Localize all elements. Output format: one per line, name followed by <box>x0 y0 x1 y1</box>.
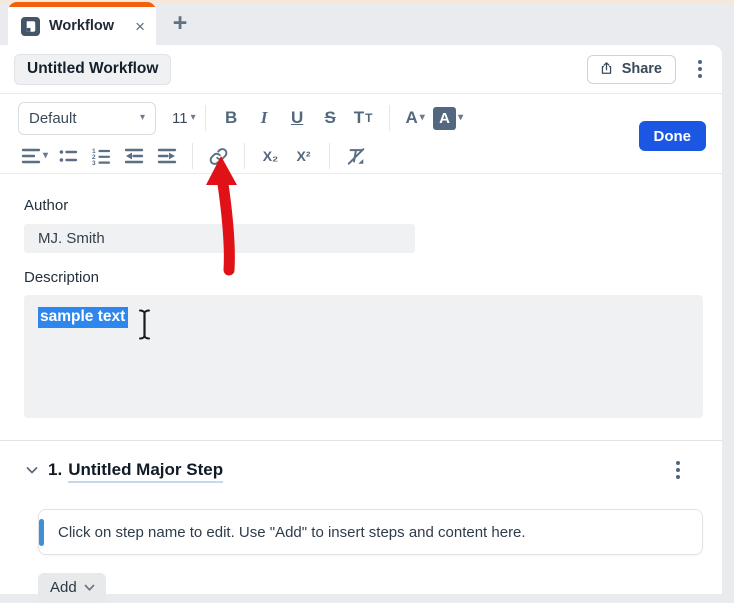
tab-close-icon[interactable]: × <box>134 18 146 35</box>
link-icon <box>209 147 228 165</box>
align-button[interactable]: ▾ <box>18 141 51 171</box>
text-size-icon-small: T <box>365 111 373 125</box>
paragraph-style-value: Default <box>29 109 77 127</box>
section-divider <box>0 440 722 441</box>
step-accent-bar <box>39 519 44 546</box>
add-button[interactable]: Add <box>38 573 106 603</box>
step-name-field[interactable]: Untitled Major Step <box>68 460 224 483</box>
text-color-button[interactable]: A ▾ <box>399 103 432 133</box>
bullet-list-icon <box>59 150 77 162</box>
superscript-icon: X² <box>296 148 311 164</box>
strikethrough-icon: S <box>324 108 336 127</box>
done-button[interactable]: Done <box>638 121 706 151</box>
chevron-down-icon: ▾ <box>139 112 145 123</box>
toolbar-separator <box>388 105 390 131</box>
formatting-toolbar: Default ▾ 11 ▾ B I U S TT A ▾ A ▾ ▾ 1 2 … <box>0 94 722 174</box>
workflow-editor: Untitled Workflow Share Default ▾ 11 ▾ B… <box>0 45 722 603</box>
chevron-down-icon: ▾ <box>419 112 425 123</box>
new-tab-button[interactable]: + <box>166 9 194 37</box>
chevron-down-icon <box>84 584 95 591</box>
toolbar-separator <box>244 143 245 169</box>
author-field[interactable]: MJ. Smith <box>24 224 415 253</box>
chevron-down-icon: ▾ <box>190 112 196 123</box>
font-size-value: 11 <box>172 109 188 127</box>
outdent-icon <box>124 148 143 164</box>
author-label: Author <box>24 197 69 214</box>
italic-button[interactable]: I <box>248 103 281 133</box>
underline-icon: U <box>290 108 304 127</box>
text-size-button[interactable]: TT <box>347 103 380 133</box>
text-color-icon: A <box>405 108 418 127</box>
workflow-overflow-menu-icon[interactable] <box>694 56 706 82</box>
bullet-list-button[interactable] <box>51 141 84 171</box>
numbered-list-icon: 1 2 3 <box>92 148 110 166</box>
chevron-down-icon: ▾ <box>42 150 49 161</box>
tab-bar: Workflow × + <box>0 0 734 45</box>
bold-button[interactable]: B <box>215 103 248 133</box>
paragraph-style-select[interactable]: Default ▾ <box>18 101 156 135</box>
strikethrough-button[interactable]: S <box>314 103 347 133</box>
app-logo-icon <box>21 16 40 36</box>
subscript-icon: X₂ <box>262 148 279 164</box>
step-content-placeholder[interactable]: Click on step name to edit. Use "Add" to… <box>38 509 703 555</box>
toolbar-separator <box>192 143 193 169</box>
share-label: Share <box>621 60 662 77</box>
description-label: Description <box>24 269 100 286</box>
insert-link-button[interactable] <box>202 141 235 171</box>
text-cursor-icon <box>139 309 150 340</box>
clear-formatting-icon <box>347 148 364 165</box>
tab-workflow[interactable]: Workflow × <box>8 2 156 45</box>
step-number: 1. <box>48 460 63 479</box>
workflow-form: Author MJ. Smith Description sample text… <box>0 174 722 603</box>
selected-text: sample text <box>38 307 129 328</box>
superscript-button[interactable]: X² <box>287 141 320 171</box>
major-step-header: 1. Untitled Major Step <box>20 455 722 485</box>
italic-icon: I <box>260 108 268 127</box>
font-size-select[interactable]: 11 ▾ <box>172 110 196 127</box>
text-size-icon: T <box>353 108 365 127</box>
share-icon <box>601 62 611 74</box>
step-overflow-menu-icon[interactable] <box>672 457 684 483</box>
subscript-button[interactable]: X₂ <box>254 141 287 171</box>
title-bar: Untitled Workflow Share <box>0 45 722 94</box>
indent-icon <box>157 148 176 164</box>
workflow-title-field[interactable]: Untitled Workflow <box>14 53 172 85</box>
step-title: 1. Untitled Major Step <box>48 460 224 483</box>
collapse-chevron-icon[interactable] <box>20 458 44 482</box>
chevron-down-icon: ▾ <box>458 112 464 123</box>
toolbar-separator <box>204 105 206 131</box>
svg-text:3: 3 <box>92 160 96 166</box>
toolbar-separator <box>329 143 330 169</box>
highlight-color-icon: A <box>433 106 457 130</box>
numbered-list-button[interactable]: 1 2 3 <box>84 141 117 171</box>
indent-button[interactable] <box>150 141 183 171</box>
step-placeholder-text: Click on step name to edit. Use "Add" to… <box>58 523 526 541</box>
clear-formatting-button[interactable] <box>339 141 372 171</box>
bold-icon: B <box>224 108 238 127</box>
highlight-color-button[interactable]: A ▾ <box>432 103 465 133</box>
add-label: Add <box>50 579 77 596</box>
share-button[interactable]: Share <box>586 54 676 84</box>
underline-button[interactable]: U <box>281 103 314 133</box>
align-left-icon <box>21 148 41 164</box>
tab-title: Workflow <box>49 18 114 34</box>
outdent-button[interactable] <box>117 141 150 171</box>
description-editor[interactable]: sample text <box>24 295 703 418</box>
